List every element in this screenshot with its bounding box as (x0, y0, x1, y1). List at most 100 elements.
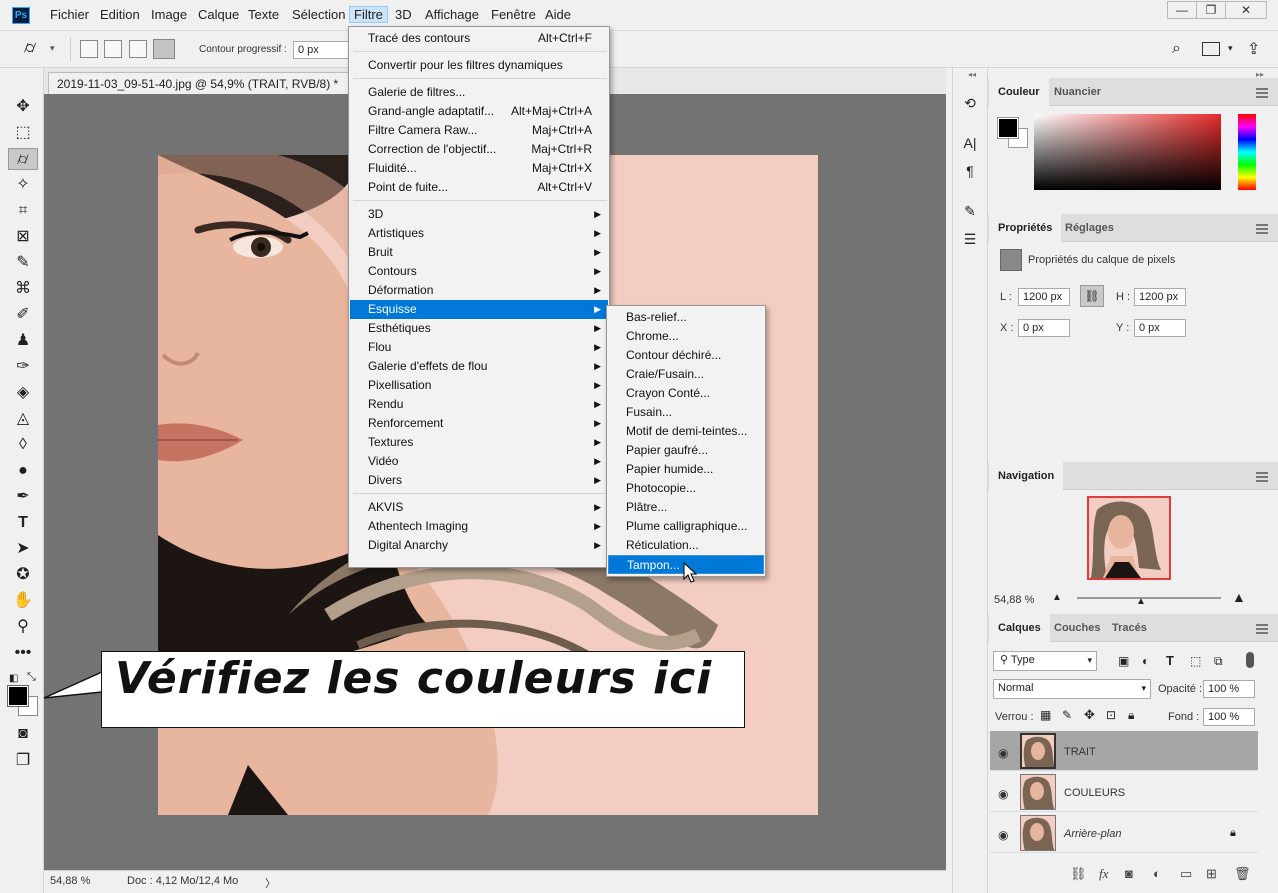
adjustment-icon[interactable]: ◐ (1153, 866, 1161, 881)
layer-name[interactable]: COULEURS (1064, 787, 1125, 799)
dodge-tool-icon[interactable]: ● (10, 460, 36, 482)
panel-menu-icon[interactable] (1256, 224, 1268, 234)
navigator-zoom-value[interactable]: 54,88 % (994, 594, 1034, 606)
width-input[interactable]: 1200 px (1018, 288, 1070, 306)
polygonal-lasso-icon[interactable]: ⌭ (24, 38, 36, 58)
navigator-thumbnail[interactable] (1087, 496, 1171, 580)
zoom-slider-thumb[interactable]: ▲ (1136, 596, 1146, 607)
folder-icon[interactable]: ▭ (1180, 866, 1192, 882)
esquisse-submenu-item[interactable]: Chrome... (608, 327, 764, 346)
new-selection-icon[interactable] (80, 40, 98, 58)
link-icon[interactable]: ⛓ (1080, 285, 1104, 307)
mask-icon[interactable]: ◙ (1125, 866, 1133, 881)
eye-icon[interactable]: ◉ (998, 746, 1008, 760)
screen-mode-icon[interactable]: ❐ (10, 750, 36, 772)
quick-mask-icon[interactable]: ◙ (10, 723, 36, 745)
esquisse-submenu-item[interactable]: Contour déchiré... (608, 346, 764, 365)
esquisse-submenu-item[interactable]: Bas-relief... (608, 308, 764, 327)
filter-menu-item[interactable]: Athentech Imaging ▶ (350, 517, 608, 536)
filter-menu-item[interactable]: Contours ▶ (350, 262, 608, 281)
filter-menu-item[interactable]: Bruit ▶ (350, 243, 608, 262)
menu-filtre[interactable]: Filtre (349, 6, 388, 23)
filter-pixel-icon[interactable]: ▣ (1118, 654, 1129, 668)
panel-menu-icon[interactable] (1256, 88, 1268, 98)
character-icon[interactable]: A| (959, 132, 981, 154)
pen-tool-icon[interactable]: ✒ (10, 486, 36, 508)
esquisse-submenu-item[interactable]: Crayon Conté... (608, 384, 764, 403)
tab-couches[interactable]: Couches (1045, 614, 1109, 642)
filter-menu-item[interactable]: AKVIS ▶ (350, 498, 608, 517)
menu-edition[interactable]: Edition (100, 7, 140, 22)
esquisse-submenu-item[interactable]: Plume calligraphique... (608, 517, 764, 536)
tab-proprietes[interactable]: Propriétés (989, 214, 1062, 242)
fg-color-swatch[interactable] (997, 117, 1019, 139)
filter-menu-item[interactable]: Flou ▶ (350, 338, 608, 357)
filter-menu-item[interactable]: Filtre Camera Raw... Maj+Ctrl+A (350, 121, 608, 140)
feather-input[interactable]: 0 px (293, 41, 351, 59)
healing-tool-icon[interactable]: ⌘ (10, 278, 36, 300)
filter-menu-item[interactable]: Esquisse ▶ (350, 300, 608, 319)
brush-settings-icon[interactable]: ✎ (959, 200, 981, 222)
filter-menu-item[interactable]: Rendu ▶ (350, 395, 608, 414)
color-picker-field[interactable] (1034, 114, 1221, 190)
menu-calque[interactable]: Calque (198, 7, 239, 22)
subtract-selection-icon[interactable] (129, 40, 147, 58)
esquisse-submenu-item[interactable]: Papier gaufré... (608, 441, 764, 460)
menu-aide[interactable]: Aide (545, 7, 571, 22)
zoom-in-icon[interactable]: ▲ (1232, 589, 1246, 605)
lock-position-icon[interactable]: ✥ (1084, 707, 1095, 723)
lasso-tool-icon[interactable]: ⌭ (8, 148, 38, 170)
filter-menu-item[interactable]: Tracé des contours Alt+Ctrl+F (350, 29, 608, 48)
filter-menu-item[interactable]: Pixellisation ▶ (350, 376, 608, 395)
link-icon[interactable]: ⛓ (1070, 866, 1087, 882)
filter-menu-item[interactable]: Textures ▶ (350, 433, 608, 452)
tab-navigation[interactable]: Navigation (989, 462, 1064, 490)
more-tools-icon[interactable]: ••• (10, 642, 36, 664)
tab-couleur[interactable]: Couleur (989, 78, 1049, 106)
zoom-out-icon[interactable]: ▲ (1052, 592, 1062, 603)
zoom-tool-icon[interactable]: ⚲ (10, 616, 36, 638)
tab-traces[interactable]: Tracés (1103, 614, 1156, 642)
fx-icon[interactable]: fx (1099, 866, 1108, 882)
filter-type-icon[interactable]: T (1166, 653, 1174, 668)
filter-menu-item[interactable]: Divers ▶ (350, 471, 608, 490)
type-tool-icon[interactable]: T (10, 512, 36, 534)
frame-tool-icon[interactable]: ⊠ (10, 226, 36, 248)
lock-transparent-icon[interactable]: ▦ (1040, 708, 1051, 722)
filter-shape-icon[interactable]: ⬚ (1190, 654, 1201, 668)
paint-bucket-tool-icon[interactable]: ◬ (10, 408, 36, 430)
default-colors-icon[interactable]: ◧ (9, 673, 18, 684)
path-selection-tool-icon[interactable]: ➤ (10, 538, 36, 560)
history-icon[interactable]: ⟲ (959, 92, 981, 114)
lock-artboard-icon[interactable]: ⊡ (1106, 708, 1116, 722)
lock-pixels-icon[interactable]: ✎ (1062, 708, 1072, 722)
history-brush-tool-icon[interactable]: ✑ (10, 356, 36, 378)
filter-menu-item[interactable]: Renforcement ▶ (350, 414, 608, 433)
esquisse-submenu-item[interactable]: Plâtre... (608, 498, 764, 517)
eyedropper-tool-icon[interactable]: ✎ (10, 252, 36, 274)
esquisse-submenu-item[interactable]: Réticulation... (608, 536, 764, 555)
esquisse-submenu-item[interactable]: Craie/Fusain... (608, 365, 764, 384)
height-input[interactable]: 1200 px (1134, 288, 1186, 306)
menu-texte[interactable]: Texte (248, 7, 279, 22)
brush-tool-icon[interactable]: ✐ (10, 304, 36, 326)
filter-toggle[interactable] (1246, 652, 1254, 668)
blend-mode-select[interactable]: Normal ▾ (993, 679, 1151, 699)
search-icon[interactable]: ⌕ (1172, 40, 1181, 58)
opacity-input[interactable]: 100 % (1203, 680, 1255, 698)
filter-menu-item[interactable]: Esthétiques ▶ (350, 319, 608, 338)
filter-menu-item[interactable]: Artistiques ▶ (350, 224, 608, 243)
foreground-color-swatch[interactable] (7, 685, 29, 707)
eye-icon[interactable]: ◉ (998, 787, 1008, 801)
collapse-arrows-icon[interactable]: ◂◂ (968, 70, 976, 79)
menu-image[interactable]: Image (151, 7, 187, 22)
filter-menu-item[interactable]: Déformation ▶ (350, 281, 608, 300)
filter-menu-item[interactable]: Fluidité... Maj+Ctrl+X (350, 159, 608, 178)
blur-tool-icon[interactable]: ◊ (10, 434, 36, 456)
filter-menu-item[interactable]: Digital Anarchy ▶ (350, 536, 608, 555)
eraser-tool-icon[interactable]: ◈ (10, 382, 36, 404)
chevron-down-icon[interactable]: ▾ (50, 43, 55, 54)
filter-menu-item[interactable]: Correction de l'objectif... Maj+Ctrl+R (350, 140, 608, 159)
stamp-tool-icon[interactable]: ♟ (10, 330, 36, 352)
panel-menu-icon[interactable] (1256, 624, 1268, 634)
